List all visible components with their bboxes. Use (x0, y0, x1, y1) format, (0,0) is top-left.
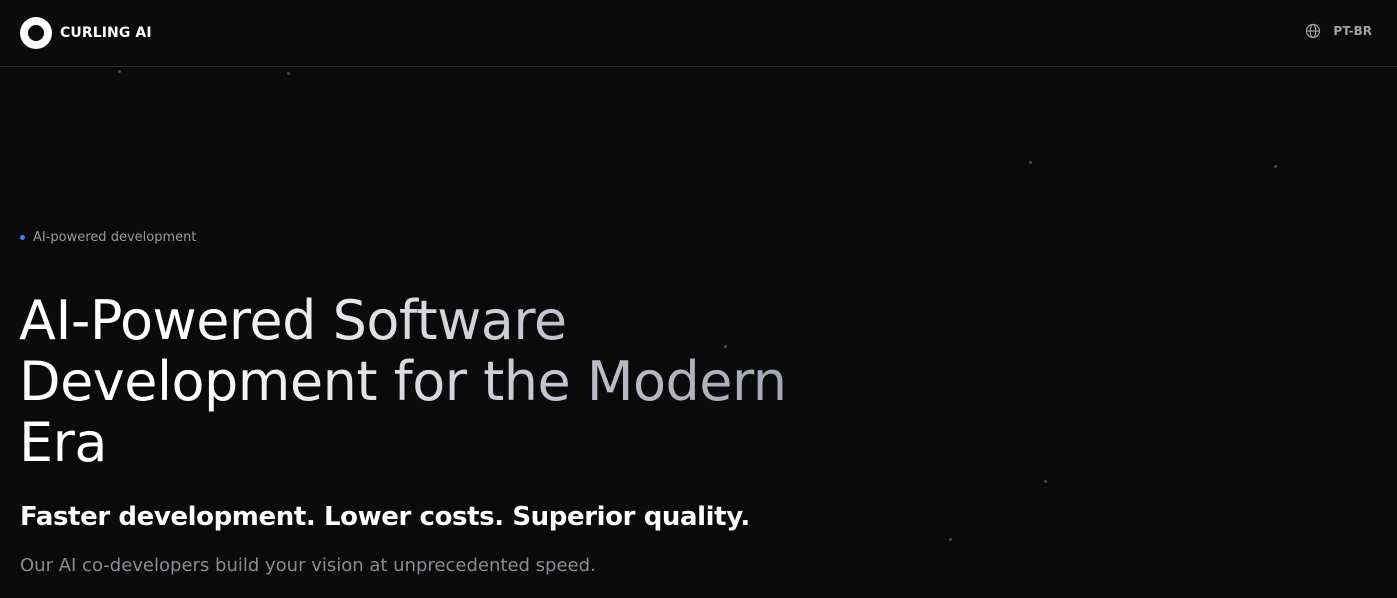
globe-icon (1306, 23, 1321, 39)
top-navbar: CURLING AI PT-BR (0, 0, 1397, 67)
particle (1044, 480, 1047, 483)
hero-eyebrow: AI-powered development (20, 230, 196, 245)
particle (1029, 161, 1032, 164)
brand-name: CURLING AI (60, 25, 152, 41)
hero-subheadline: Faster development. Lower costs. Superio… (20, 502, 750, 532)
eyebrow-label: AI-powered development (33, 230, 197, 245)
particle (1274, 165, 1277, 168)
particle (118, 70, 121, 73)
language-label: PT-BR (1333, 24, 1372, 38)
language-switcher[interactable]: PT-BR (1305, 23, 1372, 39)
particle (949, 538, 952, 541)
status-dot (20, 235, 25, 240)
logo-icon (20, 17, 52, 49)
hero-description: Our AI co-developers build your vision a… (20, 555, 596, 576)
particle (287, 72, 290, 75)
hero-headline: AI-Powered Software Development for the … (19, 290, 859, 473)
brand-logo-link[interactable]: CURLING AI (20, 17, 152, 49)
